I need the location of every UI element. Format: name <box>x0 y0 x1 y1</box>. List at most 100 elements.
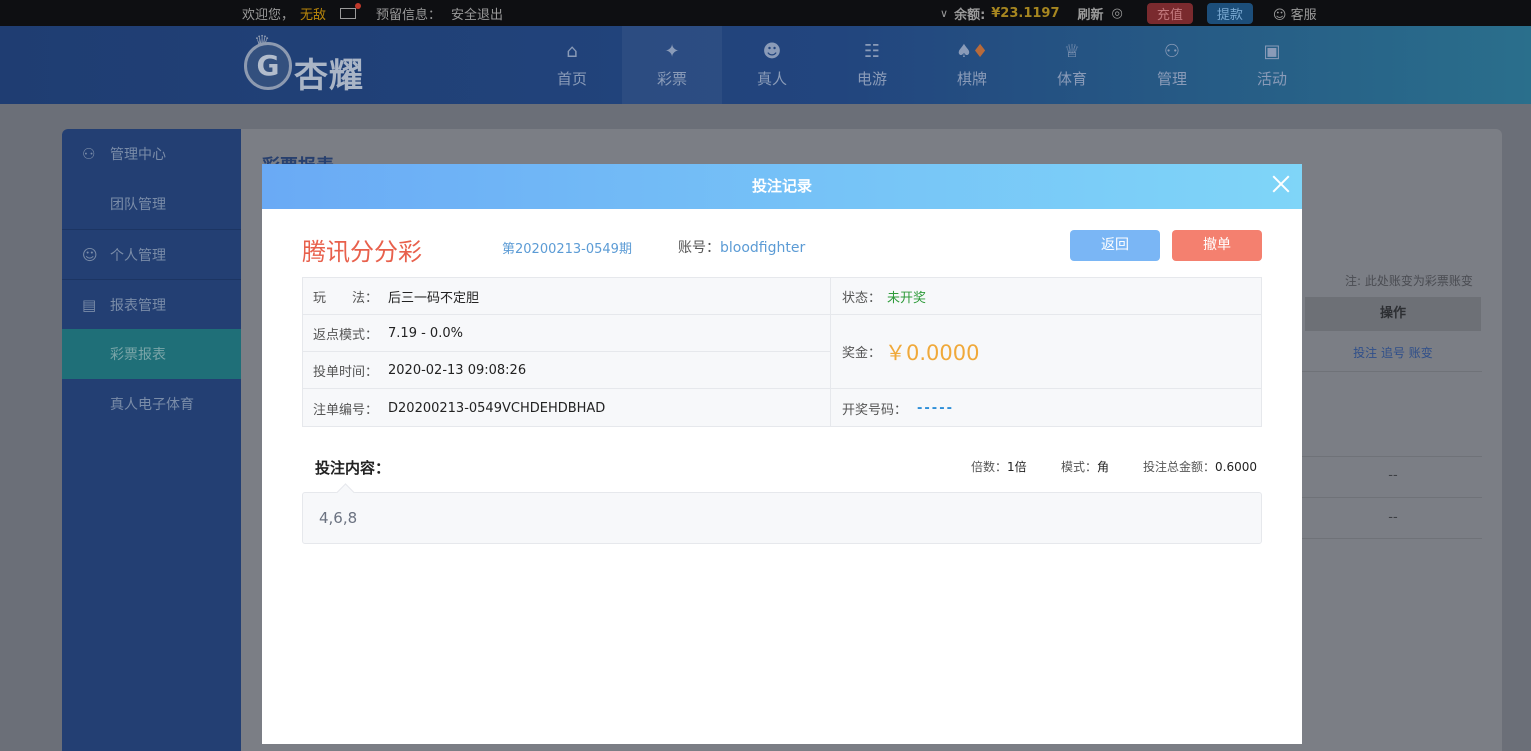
sidebar-item-management-center[interactable]: ⚇ 管理中心 <box>62 129 241 179</box>
status-badge: 未开奖 <box>887 290 927 306</box>
nav-label: 体育 <box>1056 69 1087 88</box>
lottery-name: 腾讯分分彩 <box>302 238 422 266</box>
prize-value: ￥0.0000 <box>885 340 980 365</box>
rebate-value: 7.19 - 0.0% <box>388 325 463 341</box>
bet-content-title: 投注内容： <box>315 459 391 477</box>
lottery-icon: ✦ <box>664 40 680 62</box>
table-cell: -- <box>1388 510 1398 525</box>
table-cell: -- <box>1388 468 1398 483</box>
modal-header: 投注记录 <box>262 164 1302 209</box>
sidebar-item-lottery-report[interactable]: 彩票报表 <box>62 329 241 379</box>
divider <box>830 278 831 426</box>
row-action-links[interactable]: 投注 追号 账变 <box>1305 344 1481 361</box>
nav-label: 管理 <box>1156 69 1187 88</box>
username[interactable]: 无敌 <box>300 4 326 23</box>
divider <box>1302 497 1482 498</box>
multiple-info: 倍数：1倍 <box>971 458 1027 475</box>
account-info: 账号：bloodfighter <box>678 237 805 257</box>
sidebar-item-reports[interactable]: ▤ 报表管理 <box>62 279 241 329</box>
nav-live[interactable]: ☻ 真人 <box>722 26 822 104</box>
cancel-order-button[interactable]: 撤单 <box>1172 230 1262 261</box>
total-amount-label: 投注总金额： <box>1143 460 1216 474</box>
balance-value: ¥23.1197 <box>991 5 1060 21</box>
order-number-label: 注单编号： <box>313 402 379 418</box>
prize-row: 奖金： ￥0.0000 <box>842 315 980 388</box>
account-label: 账号： <box>678 240 720 256</box>
status-row: 状态： 未开奖 <box>842 278 926 314</box>
logout-link[interactable]: 安全退出 <box>451 4 503 23</box>
report-note: 注: 此处账变为彩票账变 <box>1345 274 1473 288</box>
nav-label: 真人 <box>756 69 787 88</box>
nav-lottery[interactable]: ✦ 彩票 <box>622 26 722 104</box>
mail-icon[interactable] <box>340 2 362 19</box>
nav-label: 活动 <box>1256 69 1287 88</box>
logo-emblem: G <box>244 42 292 90</box>
mode-info: 模式：角 <box>1061 458 1109 475</box>
period-number: 第20200213-0549期 <box>502 242 632 257</box>
account-value: bloodfighter <box>720 240 806 256</box>
bet-content-value: 4,6,8 <box>319 509 358 527</box>
logo-text: 杏耀 <box>294 56 364 96</box>
play-label: 玩 法： <box>313 290 379 306</box>
sidebar-item-label: 团队管理 <box>110 197 166 213</box>
main-nav: ⌂ 首页 ✦ 彩票 ☻ 真人 ☷ 电游 ♠♦ 棋牌 ♕ 体育 ⚇ 管理 ▣ 活动 <box>522 26 1322 104</box>
close-icon[interactable] <box>1272 175 1290 193</box>
slot-icon: ☷ <box>863 40 881 62</box>
nav-cards[interactable]: ♠♦ 棋牌 <box>922 26 1022 104</box>
sidebar-item-label: 报表管理 <box>110 297 166 314</box>
nav-slots[interactable]: ☷ 电游 <box>822 26 922 104</box>
nav-label: 棋牌 <box>956 69 987 88</box>
nav-sports[interactable]: ♕ 体育 <box>1022 26 1122 104</box>
bet-time-row: 投单时间： 2020-02-13 09:08:26 <box>313 352 526 388</box>
sidebar-item-personal[interactable]: ☺ 个人管理 <box>62 229 241 279</box>
reserved-info-label: 预留信息： <box>376 7 442 23</box>
balance-label: 余额: <box>954 7 986 23</box>
total-amount-info: 投注总金额：0.6000 <box>1143 458 1257 475</box>
customer-service-label: 客服 <box>1290 7 1317 23</box>
nav-home[interactable]: ⌂ 首页 <box>522 26 622 104</box>
withdraw-button[interactable]: 提款 <box>1206 2 1253 24</box>
bet-content-box: 4,6,8 <box>302 492 1262 544</box>
rebate-label: 返点模式： <box>313 327 379 343</box>
rebate-row: 返点模式： 7.19 - 0.0% <box>313 315 463 351</box>
sidebar-item-label: 个人管理 <box>110 247 166 264</box>
back-button[interactable]: 返回 <box>1070 230 1160 261</box>
draw-number-row: 开奖号码： ----- <box>842 389 954 427</box>
user-icon: ☺ <box>82 245 98 264</box>
sidebar: ⚇ 管理中心 团队管理 ☺ 个人管理 ▤ 报表管理 彩票报表 真人电子体育 <box>62 129 241 751</box>
chat-icon: ☺ <box>1272 7 1287 23</box>
cards-icon: ♠♦ <box>955 40 989 62</box>
live-dealer-icon: ☻ <box>762 40 782 62</box>
sidebar-item-live-electronic-sports[interactable]: 真人电子体育 <box>62 379 241 429</box>
logo[interactable]: ♛ G 杏耀 <box>244 32 389 98</box>
document-icon: ▤ <box>82 295 97 314</box>
customer-service-link[interactable]: ☺ 客服 <box>1273 4 1317 23</box>
users-icon: ⚇ <box>1163 40 1181 62</box>
draw-number-label: 开奖号码： <box>842 402 908 418</box>
status-label: 状态： <box>842 290 882 306</box>
mode-label: 模式： <box>1061 460 1098 474</box>
mode-value: 角 <box>1097 460 1110 474</box>
trophy-icon: ♕ <box>1063 40 1081 62</box>
chevron-down-icon[interactable]: ∨ <box>940 7 948 20</box>
refresh-button[interactable]: 刷新 <box>1078 4 1104 23</box>
sidebar-item-team[interactable]: 团队管理 <box>62 179 241 229</box>
eye-off-icon[interactable]: ◎ <box>1112 6 1123 21</box>
order-number-row: 注单编号： D20200213-0549VCHDEHDBHAD <box>313 389 605 427</box>
gift-icon: ▣ <box>1263 40 1281 62</box>
nav-manage[interactable]: ⚇ 管理 <box>1122 26 1222 104</box>
order-number-value: D20200213-0549VCHDEHDBHAD <box>388 400 606 416</box>
bet-record-modal: 投注记录 腾讯分分彩 第20200213-0549期 账号：bloodfight… <box>262 164 1302 744</box>
bet-time-label: 投单时间： <box>313 364 379 380</box>
multiple-label: 倍数： <box>971 460 1008 474</box>
divider <box>1302 456 1482 457</box>
bet-time-value: 2020-02-13 09:08:26 <box>388 362 527 378</box>
multiple-value: 1倍 <box>1007 460 1027 474</box>
home-icon: ⌂ <box>566 40 578 62</box>
divider <box>1302 371 1482 372</box>
nav-label: 首页 <box>556 69 587 88</box>
total-amount-value: 0.6000 <box>1215 460 1258 474</box>
modal-title: 投注记录 <box>751 177 812 195</box>
nav-events[interactable]: ▣ 活动 <box>1222 26 1322 104</box>
charge-button[interactable]: 充值 <box>1146 2 1193 24</box>
